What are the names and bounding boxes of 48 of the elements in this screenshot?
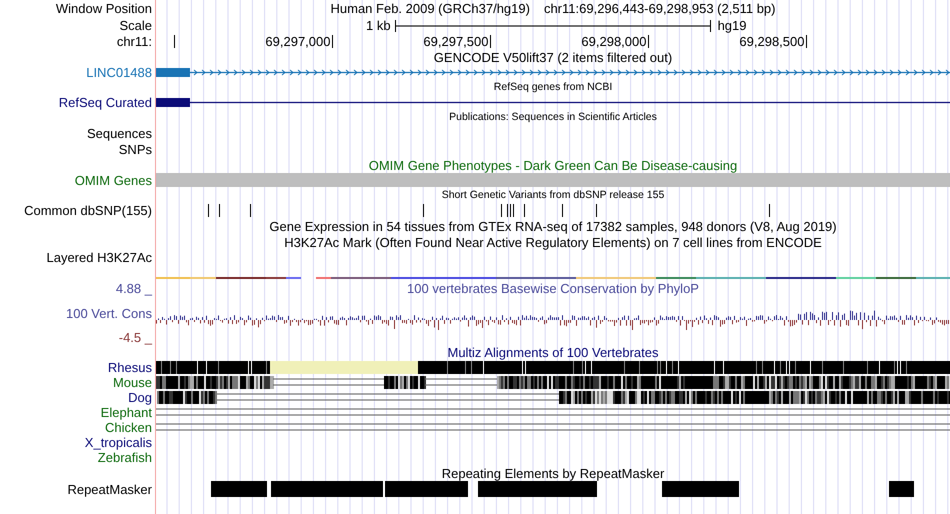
species-label[interactable]: Chicken <box>105 421 152 434</box>
alignment-drawing[interactable] <box>156 390 950 405</box>
track-title: OMIM Gene Phenotypes - Dark Green Can Be Disease-causing <box>368 158 738 172</box>
gene-model-drawing[interactable] <box>156 95 950 110</box>
ruler-tick <box>490 34 491 48</box>
track-label[interactable]: 100 Vert. Cons <box>66 306 152 320</box>
track-title: H3K27Ac Mark (Often Found Near Active Regulatory Elements) on 7 cell lines from ENCODE <box>284 236 822 248</box>
track-label[interactable]: SNPs <box>118 142 152 156</box>
species-label[interactable]: X_tropicalis <box>84 436 152 449</box>
ruler-label: 69,298,500 <box>739 34 804 49</box>
row-label: chr11: <box>116 35 152 48</box>
track-title: Gene Expression in 54 tissues from GTEx RNA-seq of 17382 samples, 948 donors (V8, Aug 2019) <box>269 220 837 232</box>
species-label[interactable]: Zebrafish <box>98 451 152 464</box>
track-label[interactable]: LINC01488 <box>86 66 152 79</box>
scale-text: 1 kb <box>366 19 391 32</box>
species-label[interactable]: Dog <box>128 391 152 404</box>
ruler-tick <box>174 34 175 48</box>
alignment-drawing[interactable] <box>156 360 950 375</box>
track-title: 100 vertebrates Basewise Conservation by PhyloP <box>407 282 699 295</box>
track-label[interactable]: Sequences <box>86 126 152 140</box>
track-title: Repeating Elements by RepeatMasker <box>442 466 664 480</box>
track-title: RefSeq genes from NCBI <box>494 82 612 93</box>
ruler-tick <box>332 34 333 48</box>
species-label[interactable]: Elephant <box>100 406 152 419</box>
position-text: chr11:69,296,443-69,298,953 (2,511 bp) <box>544 2 776 15</box>
ruler-label: 69,298,000 <box>581 34 646 49</box>
assembly-title: Human Feb. 2009 (GRCh37/hg19) <box>330 2 530 15</box>
track-label[interactable]: Layered H3K27Ac <box>46 250 152 264</box>
track-title: GENCODE V50lift37 (2 items filtered out) <box>434 50 672 64</box>
scale-assembly-text: hg19 <box>718 19 746 32</box>
species-label[interactable]: Mouse <box>112 376 152 389</box>
ruler-tick <box>806 34 807 48</box>
track-title: Short Genetic Variants from dbSNP release 155 <box>442 190 664 201</box>
axis-min-label: -4.5 _ <box>118 330 152 344</box>
ruler-tick <box>648 34 649 48</box>
track-label[interactable]: OMIM Genes <box>74 174 152 187</box>
species-label[interactable]: Rhesus <box>108 361 152 374</box>
ruler-label: 69,297,500 <box>423 34 488 49</box>
track-label[interactable]: RefSeq Curated <box>58 96 152 109</box>
track-title: Multiz Alignments of 100 Vertebrates <box>447 346 658 358</box>
track-label[interactable]: Common dbSNP(155) <box>24 204 152 217</box>
track-title: Publications: Sequences in Scientific Articles <box>449 112 657 123</box>
axis-max-label: 4.88 _ <box>116 282 152 295</box>
row-label: Scale <box>119 19 152 32</box>
ruler-label: 69,297,000 <box>265 34 330 49</box>
track-label[interactable]: RepeatMasker <box>67 482 152 496</box>
alignment-drawing[interactable] <box>156 375 950 390</box>
row-label: Window Position <box>56 2 152 15</box>
